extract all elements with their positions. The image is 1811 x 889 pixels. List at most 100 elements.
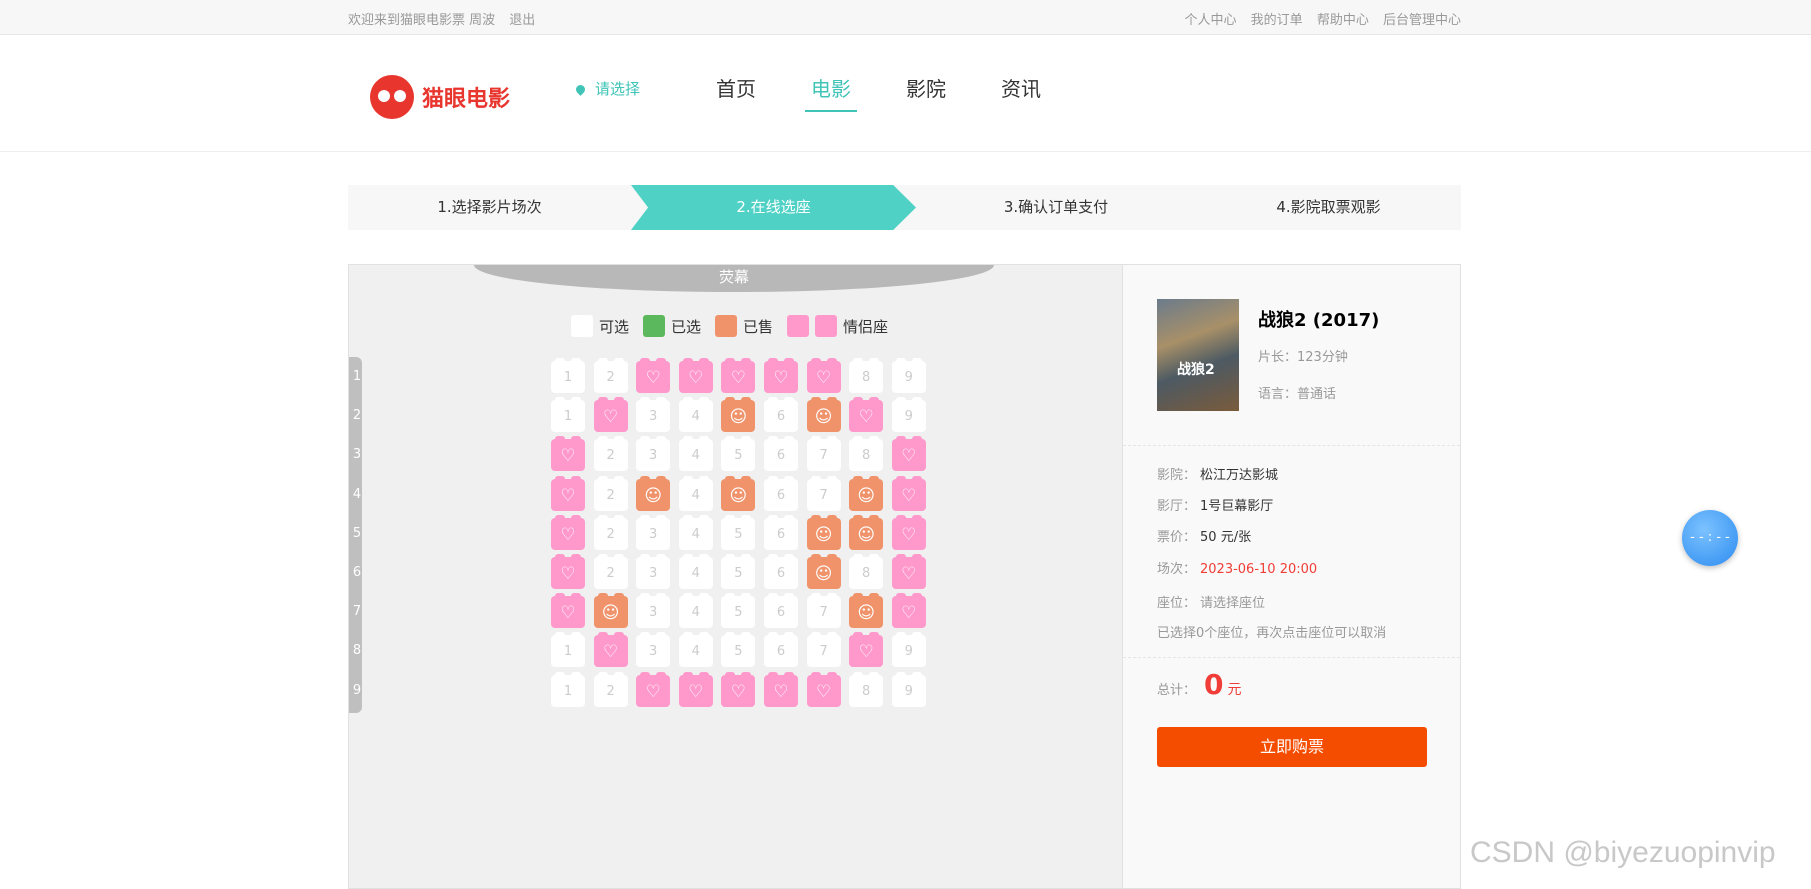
seat-available[interactable]: 2 (593, 554, 628, 589)
seat-available[interactable]: 3 (636, 397, 671, 433)
person-icon: ☺ (644, 485, 663, 506)
logo[interactable]: 猫眼电影 (370, 75, 510, 119)
seat-available[interactable]: 3 (636, 514, 671, 550)
seat-couple[interactable]: ♡ (636, 671, 671, 707)
seat-available[interactable]: 2 (593, 514, 628, 550)
seat-couple[interactable]: ♡ (721, 671, 756, 707)
nav-news[interactable]: 资讯 (995, 73, 1047, 112)
seat-available[interactable]: 6 (764, 554, 798, 589)
seat-available[interactable]: 6 (764, 632, 798, 668)
heart-icon: ♡ (901, 564, 917, 584)
seat-couple[interactable]: ♡ (551, 436, 585, 472)
seat-available[interactable]: 8 (849, 671, 884, 707)
seat-available[interactable]: 6 (764, 397, 798, 433)
seat-couple[interactable]: ♡ (593, 632, 628, 668)
seat-available[interactable]: 7 (806, 632, 841, 668)
row-label: 1 (352, 369, 362, 384)
floating-clock-button[interactable]: - - : - - (1682, 510, 1738, 566)
seat-available[interactable]: 1 (551, 397, 585, 433)
seat-couple[interactable]: ♡ (806, 671, 841, 707)
seat-available[interactable]: 5 (721, 436, 756, 472)
my-orders-link[interactable]: 我的订单 (1251, 13, 1303, 28)
row-label: 3 (352, 447, 362, 463)
seat-couple[interactable]: ♡ (891, 593, 926, 629)
seat-available[interactable]: 8 (849, 554, 884, 589)
nav-cinemas[interactable]: 影院 (900, 73, 952, 112)
seat-available[interactable]: 3 (636, 554, 671, 589)
seat-available[interactable]: 3 (636, 632, 671, 668)
seat-available[interactable]: 6 (764, 475, 798, 511)
seat-couple[interactable]: ♡ (636, 358, 671, 393)
seat-available[interactable]: 2 (593, 358, 628, 393)
help-center-link[interactable]: 帮助中心 (1317, 13, 1369, 28)
seat-available[interactable]: 4 (678, 632, 713, 668)
seat-available[interactable]: 6 (764, 514, 798, 550)
city-selector[interactable]: 请选择 (574, 78, 640, 99)
seat-couple[interactable]: ♡ (891, 475, 926, 511)
seat-available[interactable]: 8 (849, 358, 884, 393)
seat-available[interactable]: 4 (678, 475, 713, 511)
seat-couple[interactable]: ♡ (721, 358, 756, 393)
row-label: 7 (352, 604, 362, 620)
seat-couple[interactable]: ♡ (551, 475, 585, 511)
seat-available[interactable]: 2 (593, 475, 628, 511)
row-label: 6 (352, 565, 362, 580)
seat-available[interactable]: 8 (849, 436, 884, 472)
seat-couple[interactable]: ♡ (891, 514, 926, 550)
seat-available[interactable]: 9 (891, 632, 926, 668)
seat-available[interactable]: 9 (891, 358, 926, 393)
admin-center-link[interactable]: 后台管理中心 (1383, 13, 1461, 28)
seat-available[interactable]: 2 (593, 671, 628, 707)
seat-available[interactable]: 6 (764, 593, 798, 629)
seat-couple[interactable]: ♡ (764, 358, 798, 393)
heart-icon: ♡ (688, 368, 704, 388)
seat-available[interactable]: 5 (721, 593, 756, 629)
seat-available[interactable]: 5 (721, 514, 756, 550)
row-label: 4 (352, 486, 362, 502)
nav-home[interactable]: 首页 (710, 73, 762, 112)
seat-couple[interactable]: ♡ (551, 554, 585, 589)
seat-available[interactable]: 5 (721, 632, 756, 668)
heart-icon: ♡ (560, 603, 576, 624)
seat-available[interactable]: 3 (636, 593, 671, 629)
seat-couple[interactable]: ♡ (849, 397, 884, 433)
seat-couple[interactable]: ♡ (764, 671, 798, 707)
purchase-steps: 1.选择影片场次 2.在线选座 3.确认订单支付 4.影院取票观影 (348, 185, 1461, 230)
seat-couple[interactable]: ♡ (678, 358, 713, 393)
buy-ticket-button[interactable]: 立即购票 (1157, 727, 1427, 767)
seat-available[interactable]: 1 (551, 632, 585, 668)
seat-available[interactable]: 4 (678, 554, 713, 589)
seat-available[interactable]: 7 (806, 593, 841, 629)
seat-available[interactable]: 6 (764, 436, 798, 472)
seat-available[interactable]: 9 (891, 397, 926, 433)
seat-available[interactable]: 4 (678, 593, 713, 629)
seat-available[interactable]: 1 (551, 358, 585, 393)
person-icon: ☺ (729, 485, 748, 506)
seat-available[interactable]: 4 (678, 514, 713, 550)
seat-available[interactable]: 2 (593, 436, 628, 472)
seat-available[interactable]: 7 (806, 436, 841, 472)
seat-available[interactable]: 4 (678, 397, 713, 433)
seat-couple[interactable]: ♡ (806, 358, 841, 393)
seat-couple[interactable]: ♡ (891, 436, 926, 472)
nav-movies[interactable]: 电影 (805, 73, 857, 112)
seat-available[interactable]: 4 (678, 436, 713, 472)
seat-available[interactable]: 1 (551, 671, 585, 707)
seat-couple[interactable]: ♡ (891, 554, 926, 589)
seat-available[interactable]: 9 (891, 671, 926, 707)
seat-available[interactable]: 7 (806, 475, 841, 511)
seat-couple[interactable]: ♡ (593, 397, 628, 433)
cat-logo-icon (370, 75, 414, 119)
seat-couple[interactable]: ♡ (678, 671, 713, 707)
seat-couple[interactable]: ♡ (849, 632, 884, 668)
heart-icon: ♡ (560, 485, 576, 506)
person-icon: ☺ (814, 564, 833, 584)
seat-couple[interactable]: ♡ (551, 514, 585, 550)
logout-link[interactable]: 退出 (509, 13, 535, 28)
seat-available[interactable]: 5 (721, 554, 756, 589)
movie-poster: 战狼2 (1157, 299, 1239, 411)
personal-center-link[interactable]: 个人中心 (1185, 13, 1237, 28)
seat-sold: ☺ (636, 475, 671, 511)
seat-couple[interactable]: ♡ (551, 593, 585, 629)
seat-available[interactable]: 3 (636, 436, 671, 472)
